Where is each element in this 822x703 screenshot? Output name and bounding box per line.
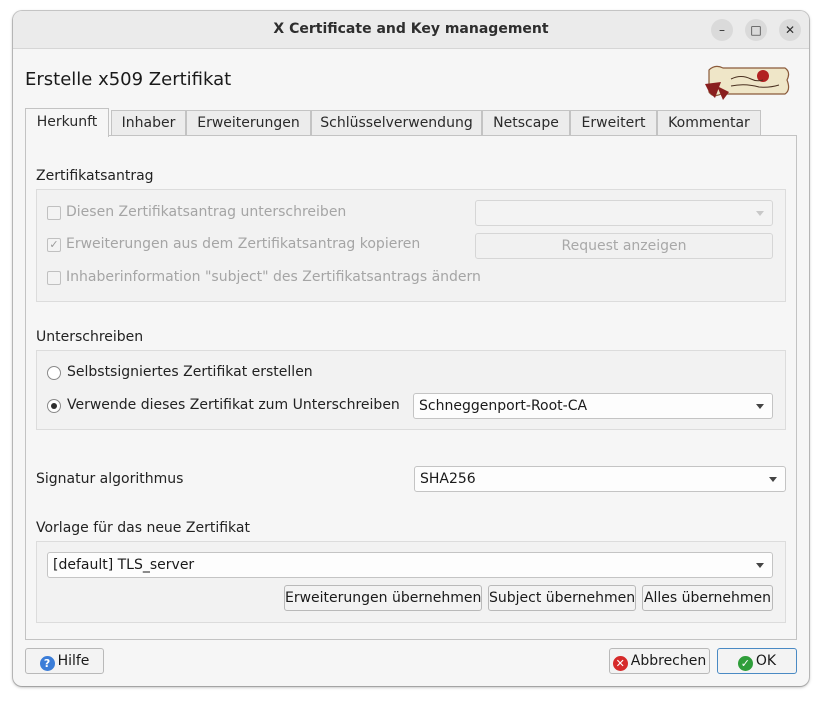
apply-all-button[interactable]: Alles übernehmen (642, 585, 773, 611)
algorithm-select-value: SHA256 (420, 471, 476, 487)
self-signed-radio[interactable] (47, 366, 61, 380)
dialog-window: X Certificate and Key management – □ ✕ E… (13, 11, 809, 686)
request-select[interactable] (475, 200, 773, 226)
show-request-button[interactable]: Request anzeigen (475, 233, 773, 259)
cancel-label: Abbrechen (630, 653, 707, 669)
tab-erweitert[interactable]: Erweitert (570, 110, 657, 136)
signing-section-title: Unterschreiben (36, 329, 144, 345)
certificate-logo (705, 65, 790, 100)
use-cert-radio[interactable] (47, 399, 61, 413)
title-bar[interactable]: X Certificate and Key management – □ ✕ (13, 11, 809, 49)
help-label: Hilfe (57, 653, 90, 669)
modify-subject-checkbox[interactable] (47, 271, 61, 285)
maximize-button[interactable]: □ (745, 19, 767, 41)
template-select-value: [default] TLS_server (53, 557, 195, 573)
cancel-icon: ✕ (612, 656, 628, 671)
apply-subject-button[interactable]: Subject übernehmen (488, 585, 636, 611)
request-section-title: Zertifikatsantrag (36, 168, 154, 184)
use-cert-label: Verwende dieses Zertifikat zum Unterschr… (67, 397, 400, 413)
tab-netscape[interactable]: Netscape (482, 110, 570, 136)
tab-inhaber[interactable]: Inhaber (111, 110, 186, 136)
cancel-button[interactable]: ✕ Abbrechen (609, 648, 710, 674)
ok-label: OK (755, 653, 777, 669)
template-group: [default] TLS_server Erweiterungen übern… (36, 541, 786, 623)
template-section-title: Vorlage für das neue Zertifikat (36, 520, 250, 536)
template-select[interactable]: [default] TLS_server (47, 552, 773, 578)
tab-erweiterungen[interactable]: Erweiterungen (186, 110, 311, 136)
copy-extensions-label: Erweiterungen aus dem Zertifikatsantrag … (66, 236, 421, 252)
copy-extensions-checkbox[interactable]: ✓ (47, 238, 61, 252)
help-button[interactable]: ? Hilfe (25, 648, 104, 674)
modify-subject-label: Inhaberinformation "subject" des Zertifi… (66, 269, 481, 285)
tab-herkunft[interactable]: Herkunft (25, 108, 109, 137)
algorithm-select[interactable]: SHA256 (414, 466, 786, 492)
tab-schluesselverwendung[interactable]: Schlüsselverwendung (311, 110, 482, 136)
window-title: X Certificate and Key management (273, 21, 549, 37)
algorithm-label: Signatur algorithmus (36, 471, 184, 487)
chevron-down-icon (756, 404, 764, 409)
ca-select[interactable]: Schneggenport-Root-CA (413, 393, 773, 419)
request-group: Diesen Zertifikatsantrag unterschreiben … (36, 189, 786, 302)
apply-extensions-button[interactable]: Erweiterungen übernehmen (284, 585, 482, 611)
sign-request-label: Diesen Zertifikatsantrag unterschreiben (66, 204, 347, 220)
sign-request-checkbox[interactable] (47, 206, 61, 220)
chevron-down-icon (769, 477, 777, 482)
chevron-down-icon (756, 211, 764, 216)
ok-button[interactable]: ✓ OK (717, 648, 797, 674)
page-title: Erstelle x509 Zertifikat (25, 69, 232, 90)
ca-select-value: Schneggenport-Root-CA (419, 398, 588, 414)
tab-kommentar[interactable]: Kommentar (657, 110, 761, 136)
ok-icon: ✓ (737, 656, 753, 671)
help-icon: ? (39, 656, 55, 671)
self-signed-label: Selbstsigniertes Zertifikat erstellen (67, 364, 313, 380)
tab-page-herkunft: Zertifikatsantrag Diesen Zertifikatsantr… (25, 135, 797, 640)
chevron-down-icon (756, 563, 764, 568)
minimize-button[interactable]: – (711, 19, 733, 41)
signing-group: Selbstsigniertes Zertifikat erstellen Ve… (36, 350, 786, 430)
close-button[interactable]: ✕ (779, 19, 801, 41)
